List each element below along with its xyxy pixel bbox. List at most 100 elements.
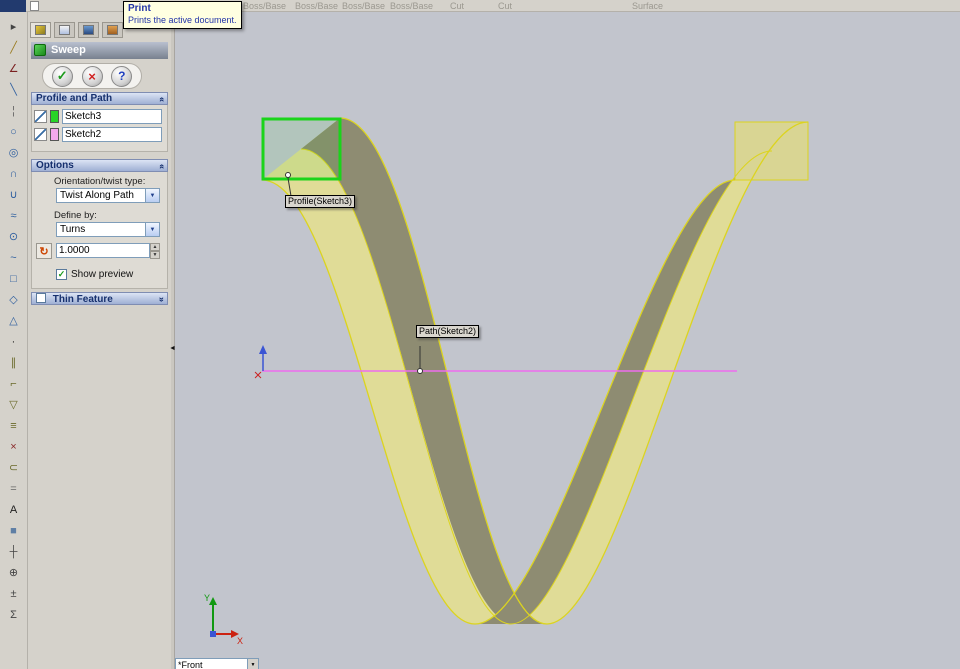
third-party-tab-icon xyxy=(107,25,118,35)
chamfer-tool-icon[interactable]: ▽ xyxy=(5,397,23,413)
sketch-tool-icon-glyph: ╱ xyxy=(10,42,17,54)
left-toolbar: ▸ ╱ ∠ ╲ ¦ ○ ◎ ∩ ∪ ≈ ⊙ ~ □ ◇ △ · ∥ ⌐ ▽ ≡ × ⊂ = A ■ ┼ ⊕ ± Σ xyxy=(0,12,28,669)
offset-tool-icon[interactable]: ≡ xyxy=(5,418,23,434)
document-icon[interactable] xyxy=(30,1,39,11)
options-group-title: Options xyxy=(36,160,74,171)
dimension-tool-icon[interactable]: ∠ xyxy=(5,61,23,77)
plane-tool-icon[interactable]: ■ xyxy=(5,523,23,539)
top-toolbar-label: Boss/Base xyxy=(295,1,339,11)
help-button[interactable]: ? xyxy=(111,65,133,87)
rectangle-tool-icon[interactable]: □ xyxy=(5,271,23,287)
three-point-arc-tool-icon[interactable]: ≈ xyxy=(5,208,23,224)
cancel-button[interactable]: × xyxy=(81,65,103,87)
orientation-twist-label: Orientation/twist type: xyxy=(54,176,146,187)
triad-y-label: Y xyxy=(204,593,210,603)
cross-icon: × xyxy=(88,68,96,84)
sweep-feature-header: Sweep xyxy=(31,42,168,59)
coordinate-system-tool-icon[interactable]: ⊕ xyxy=(5,565,23,581)
ellipse-tool-icon[interactable]: ⊙ xyxy=(5,229,23,245)
define-by-label: Define by: xyxy=(54,210,97,221)
show-preview-checkbox[interactable]: ✓ xyxy=(56,269,67,280)
view-orientation-select[interactable]: *Front ▼ xyxy=(175,658,259,669)
panel-splitter[interactable]: ◄ xyxy=(169,12,176,669)
turns-increment-button[interactable]: ▲ xyxy=(150,243,160,251)
circle-tool-icon[interactable]: ○ xyxy=(5,124,23,140)
equation-tool-icon-glyph: Σ xyxy=(10,609,17,621)
reverse-direction-icon[interactable]: ↻ xyxy=(36,243,52,259)
convert-entities-tool-icon[interactable]: ⊂ xyxy=(5,460,23,476)
profile-input[interactable] xyxy=(62,109,162,124)
fillet-tool-icon[interactable]: ⌐ xyxy=(5,376,23,392)
thin-feature-group-title: Thin Feature xyxy=(52,294,113,305)
chevron-down-icon[interactable]: ▼ xyxy=(145,222,160,237)
profile-sketch-rectangle[interactable] xyxy=(261,117,342,181)
app-menu-corner[interactable] xyxy=(0,0,26,12)
top-toolbar-label: Boss/Base xyxy=(390,1,434,11)
turns-decrement-button[interactable]: ▼ xyxy=(150,251,160,259)
plane-tool-icon-glyph: ■ xyxy=(10,525,17,537)
property-manager-tab-icon xyxy=(35,25,46,35)
orientation-twist-select[interactable]: Twist Along Path ▼ xyxy=(56,188,160,203)
mirror-tool-icon[interactable]: ∥ xyxy=(5,355,23,371)
tab-third-party[interactable] xyxy=(102,22,123,38)
measure-tool-icon-glyph: ± xyxy=(10,588,17,600)
tooltip-body: Prints the active document. xyxy=(128,15,237,25)
sketch-tool-icon[interactable]: ╱ xyxy=(5,40,23,56)
perimeter-circle-tool-icon-glyph: ◎ xyxy=(8,147,19,159)
profile-path-group-title: Profile and Path xyxy=(36,93,113,104)
sketch-origin xyxy=(254,345,267,379)
profile-path-group-header[interactable]: Profile and Path » xyxy=(31,92,168,105)
path-input[interactable] xyxy=(62,127,162,142)
thin-feature-group-header[interactable]: Thin Feature » xyxy=(31,292,168,305)
line-tool-icon[interactable]: ╲ xyxy=(5,82,23,98)
feature-manager-tab-icon xyxy=(59,25,70,35)
centerpoint-arc-tool-icon[interactable]: ∩ xyxy=(5,166,23,182)
fillet-tool-icon-glyph: ⌐ xyxy=(10,378,17,390)
parallelogram-tool-icon[interactable]: ◇ xyxy=(5,292,23,308)
solidworks-window: Boss/Base Boss/Base Boss/Base Boss/Base Cut C… xyxy=(0,0,960,669)
parallelogram-tool-icon-glyph: ◇ xyxy=(9,294,18,306)
trim-tool-icon[interactable]: × xyxy=(5,439,23,455)
ok-button[interactable]: ✓ xyxy=(51,65,73,87)
checkbox-check-icon: ✓ xyxy=(57,269,66,279)
expand-icon[interactable]: » xyxy=(156,297,167,302)
chevron-down-icon[interactable]: ▼ xyxy=(145,188,160,203)
thin-feature-checkbox[interactable] xyxy=(36,293,46,303)
define-by-select[interactable]: Turns ▼ xyxy=(56,222,160,237)
text-tool-icon[interactable]: A xyxy=(5,502,23,518)
perimeter-circle-tool-icon[interactable]: ◎ xyxy=(5,145,23,161)
splitter-arrow-icon[interactable]: ◄ xyxy=(169,345,176,352)
mirror-tool-icon-glyph: ∥ xyxy=(10,357,17,369)
tab-feature-manager[interactable] xyxy=(54,22,75,38)
measure-tool-icon[interactable]: ± xyxy=(5,586,23,602)
rectangle-tool-icon-glyph: □ xyxy=(10,273,17,285)
circle-tool-icon-glyph: ○ xyxy=(10,126,17,138)
options-group-header[interactable]: Options » xyxy=(31,159,168,172)
viewport[interactable]: Y X Profile(Sketch3) Path(Sketch2) *Fron… xyxy=(175,12,960,669)
chamfer-tool-icon-glyph: ▽ xyxy=(9,399,18,411)
model-view[interactable]: Y X xyxy=(175,12,960,669)
collapse-icon[interactable]: » xyxy=(156,164,167,169)
tab-property-manager[interactable] xyxy=(30,22,51,38)
centerpoint-arc-tool-icon-glyph: ∩ xyxy=(9,168,18,180)
turns-stepper: ▲ ▼ xyxy=(56,243,160,259)
path-selection-swatch xyxy=(50,128,59,141)
offset-tool-icon-glyph: ≡ xyxy=(10,420,17,432)
chevron-down-icon[interactable]: ▼ xyxy=(247,659,258,669)
tab-configuration-manager[interactable] xyxy=(78,22,99,38)
profile-callout[interactable]: Profile(Sketch3) xyxy=(285,195,356,208)
axis-tool-icon[interactable]: ┼ xyxy=(5,544,23,560)
spline-tool-icon[interactable]: ~ xyxy=(5,250,23,266)
turns-input[interactable] xyxy=(56,243,150,258)
construction-geometry-tool-icon[interactable]: = xyxy=(5,481,23,497)
check-icon: ✓ xyxy=(56,68,68,83)
polygon-tool-icon[interactable]: △ xyxy=(5,313,23,329)
tangent-arc-tool-icon[interactable]: ∪ xyxy=(5,187,23,203)
collapse-icon[interactable]: » xyxy=(156,97,167,102)
centerline-tool-icon[interactable]: ¦ xyxy=(5,103,23,119)
point-tool-icon[interactable]: · xyxy=(5,334,23,350)
path-callout[interactable]: Path(Sketch2) xyxy=(416,325,480,338)
select-tool-icon[interactable]: ▸ xyxy=(5,19,23,35)
axis-tool-icon-glyph: ┼ xyxy=(9,546,18,558)
equation-tool-icon[interactable]: Σ xyxy=(5,607,23,623)
